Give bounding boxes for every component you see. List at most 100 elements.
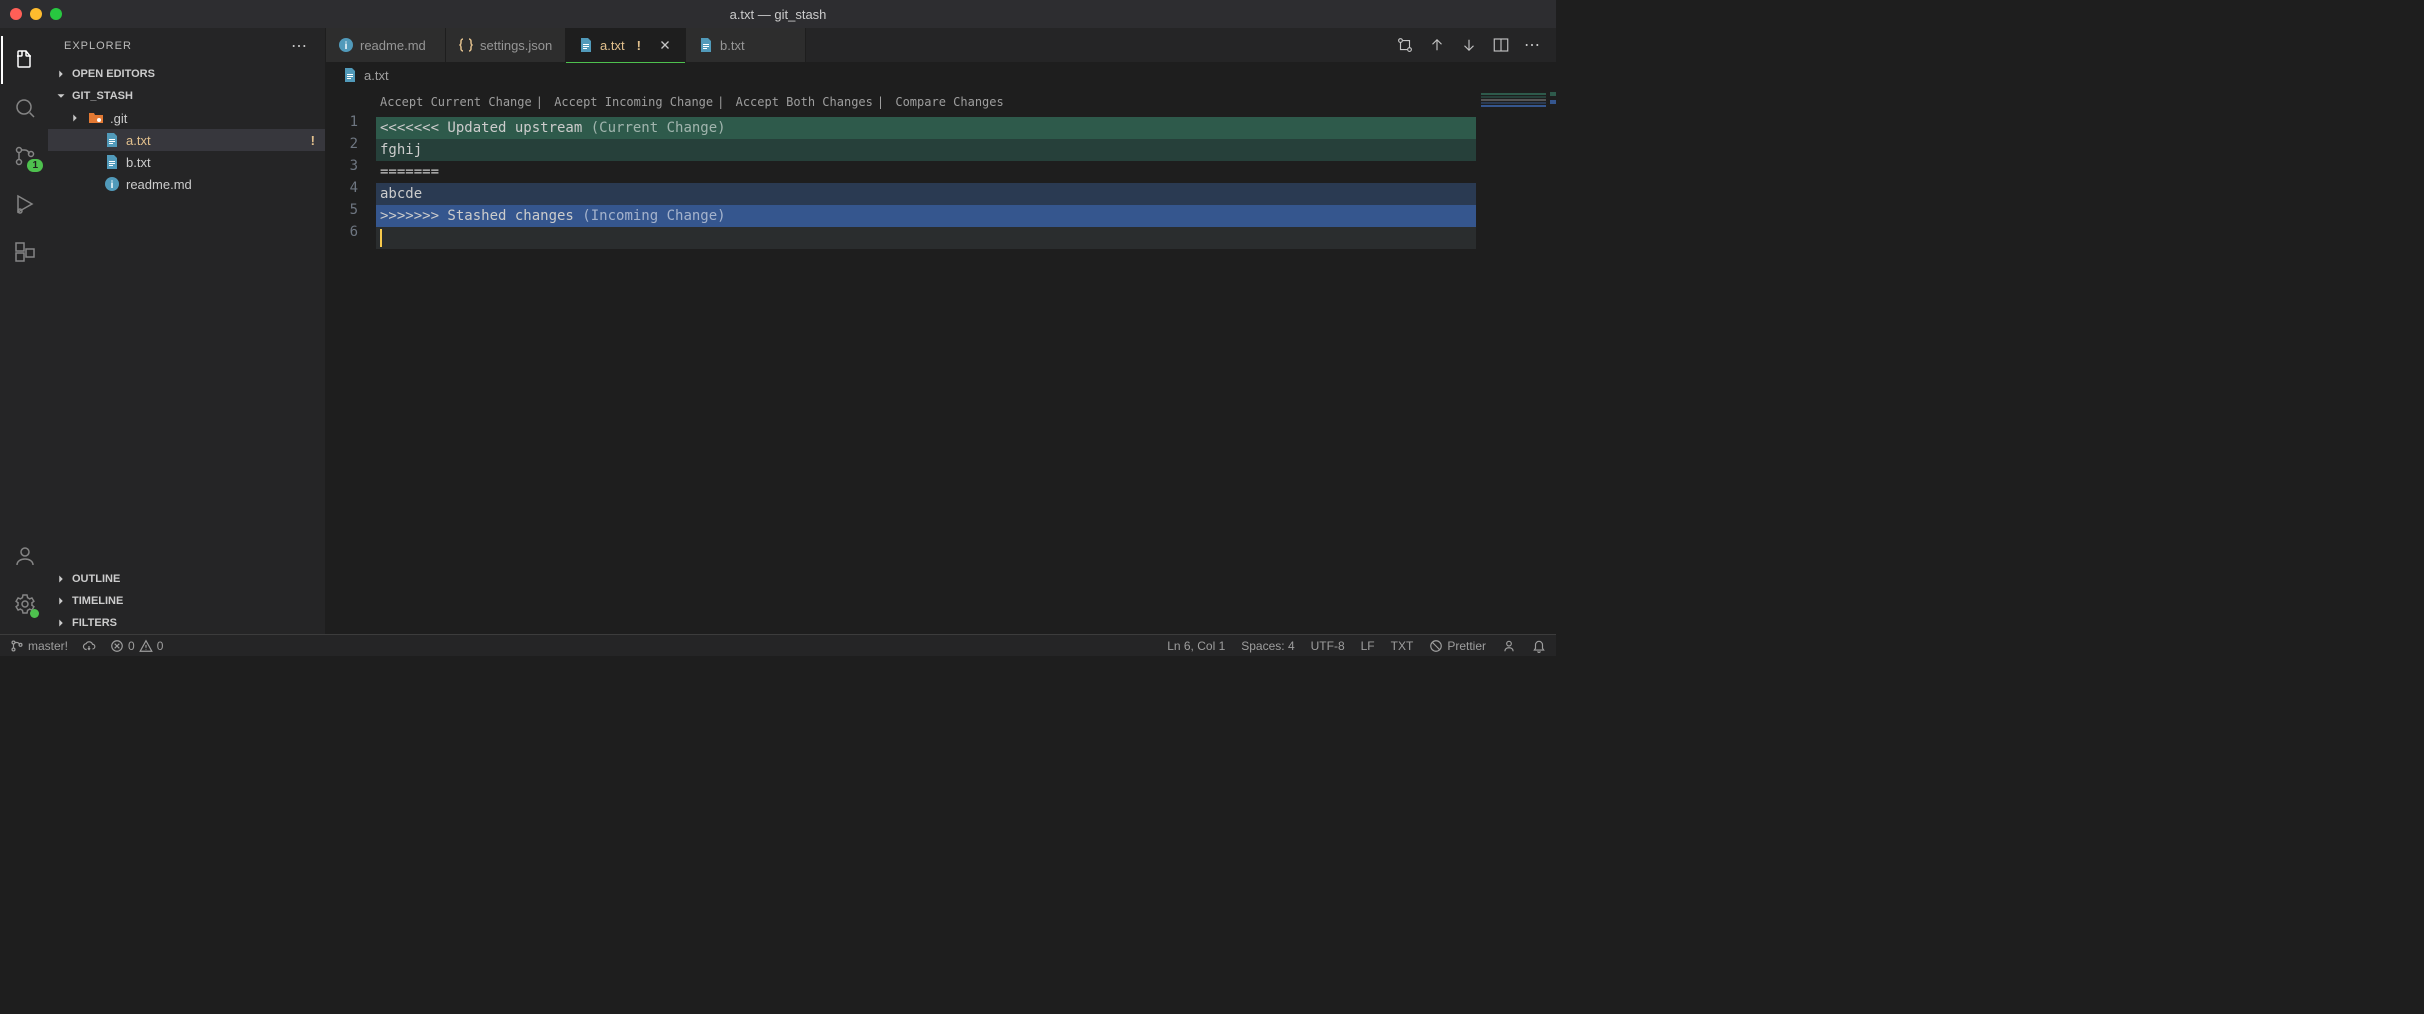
status-bar: master! 0 0 Ln 6, Col 1 Spaces: 4 UTF-8 … bbox=[0, 634, 1556, 656]
explorer-title: EXPLORER bbox=[64, 40, 132, 52]
explorer-more-button[interactable]: ⋯ bbox=[291, 36, 309, 56]
modified-indicator: ! bbox=[311, 133, 315, 148]
line-number: 1 bbox=[326, 111, 358, 133]
window-minimize-button[interactable] bbox=[30, 8, 42, 20]
file-icon bbox=[698, 37, 714, 53]
code-line[interactable]: ======= bbox=[376, 161, 1476, 183]
folder-section[interactable]: GIT_STASH bbox=[48, 85, 325, 107]
window-title: a.txt — git_stash bbox=[730, 7, 827, 22]
status-sync[interactable] bbox=[82, 639, 96, 653]
code-line[interactable]: abcde bbox=[376, 183, 1476, 205]
accept-current-button[interactable]: Accept Current Change bbox=[380, 95, 532, 109]
tree-item-label: b.txt bbox=[126, 155, 151, 170]
status-problems[interactable]: 0 0 bbox=[110, 639, 163, 653]
error-icon bbox=[110, 639, 124, 653]
code-area[interactable]: Accept Current Change| Accept Incoming C… bbox=[376, 87, 1476, 634]
status-cursor[interactable]: Ln 6, Col 1 bbox=[1167, 639, 1225, 653]
line-number: 2 bbox=[326, 133, 358, 155]
status-branch[interactable]: master! bbox=[10, 639, 68, 653]
split-editor-button[interactable] bbox=[1492, 36, 1510, 54]
braces-icon bbox=[458, 37, 474, 53]
next-change-button[interactable] bbox=[1460, 36, 1478, 54]
status-feedback[interactable] bbox=[1502, 639, 1516, 653]
chevron-right-icon bbox=[54, 616, 68, 630]
extensions-icon bbox=[13, 240, 37, 264]
titlebar: a.txt — git_stash bbox=[0, 0, 1556, 28]
tab-b-txt[interactable]: b.txt bbox=[686, 28, 806, 62]
tab-label: readme.md bbox=[360, 38, 426, 53]
file-icon bbox=[578, 37, 594, 53]
run-debug-icon bbox=[13, 192, 37, 216]
tab-readme[interactable]: i readme.md bbox=[326, 28, 446, 62]
code-line[interactable] bbox=[376, 227, 1476, 249]
file-icon bbox=[104, 132, 120, 148]
window-close-button[interactable] bbox=[10, 8, 22, 20]
warning-icon bbox=[139, 639, 153, 653]
tree-file-a[interactable]: a.txt ! bbox=[48, 129, 325, 151]
compare-changes-button[interactable] bbox=[1396, 36, 1414, 54]
accept-both-button[interactable]: Accept Both Changes bbox=[736, 95, 873, 109]
compare-changes-button[interactable]: Compare Changes bbox=[895, 95, 1003, 109]
svg-text:i: i bbox=[345, 41, 348, 52]
code-line[interactable]: fghij bbox=[376, 139, 1476, 161]
activity-bar: 1 bbox=[0, 28, 48, 634]
activity-extensions[interactable] bbox=[1, 228, 49, 276]
chevron-right-icon bbox=[54, 572, 68, 586]
close-tab-button[interactable] bbox=[657, 37, 673, 53]
svg-text:i: i bbox=[111, 180, 114, 191]
status-eol[interactable]: LF bbox=[1361, 639, 1375, 653]
window-maximize-button[interactable] bbox=[50, 8, 62, 20]
tab-bar: i readme.md settings.json a.txt ! b.txt bbox=[326, 28, 1556, 63]
info-icon: i bbox=[338, 37, 354, 53]
status-spaces[interactable]: Spaces: 4 bbox=[1241, 639, 1294, 653]
tab-a-txt[interactable]: a.txt ! bbox=[566, 28, 686, 62]
tree-item-label: .git bbox=[110, 111, 127, 126]
merge-codelens: Accept Current Change| Accept Incoming C… bbox=[376, 87, 1476, 117]
settings-update-dot bbox=[30, 609, 39, 618]
activity-scm[interactable]: 1 bbox=[1, 132, 49, 180]
editor-body[interactable]: 1 2 3 4 5 6 Accept Current Change| Accep… bbox=[326, 87, 1556, 634]
activity-account[interactable] bbox=[1, 532, 49, 580]
error-count: 0 bbox=[128, 639, 135, 653]
activity-settings[interactable] bbox=[1, 580, 49, 628]
chevron-right-icon bbox=[68, 111, 82, 125]
tree-file-readme[interactable]: i readme.md bbox=[48, 173, 325, 195]
tree-folder-git[interactable]: .git bbox=[48, 107, 325, 129]
chevron-right-icon bbox=[54, 67, 68, 81]
status-prettier[interactable]: Prettier bbox=[1429, 639, 1486, 653]
outline-section[interactable]: OUTLINE bbox=[48, 568, 325, 590]
warning-count: 0 bbox=[157, 639, 164, 653]
chevron-right-icon bbox=[54, 594, 68, 608]
tree-file-b[interactable]: b.txt bbox=[48, 151, 325, 173]
timeline-label: TIMELINE bbox=[72, 595, 123, 607]
open-editors-label: OPEN EDITORS bbox=[72, 68, 155, 80]
info-icon: i bbox=[104, 176, 120, 192]
git-branch-icon bbox=[10, 639, 24, 653]
accept-incoming-button[interactable]: Accept Incoming Change bbox=[554, 95, 713, 109]
scm-badge: 1 bbox=[27, 159, 43, 172]
branch-name: master! bbox=[28, 639, 68, 653]
modified-indicator: ! bbox=[637, 38, 645, 53]
feedback-icon bbox=[1502, 639, 1516, 653]
activity-run[interactable] bbox=[1, 180, 49, 228]
git-folder-icon bbox=[88, 110, 104, 126]
activity-search[interactable] bbox=[1, 84, 49, 132]
code-line[interactable]: <<<<<<< Updated upstream (Current Change… bbox=[376, 117, 1476, 139]
status-encoding[interactable]: UTF-8 bbox=[1311, 639, 1345, 653]
line-number: 3 bbox=[326, 155, 358, 177]
breadcrumb[interactable]: a.txt bbox=[326, 63, 1556, 87]
editor-more-button[interactable]: ⋯ bbox=[1524, 35, 1542, 55]
bell-icon bbox=[1532, 639, 1546, 653]
status-lang[interactable]: TXT bbox=[1391, 639, 1414, 653]
activity-explorer[interactable] bbox=[1, 36, 49, 84]
code-line[interactable]: >>>>>>> Stashed changes (Incoming Change… bbox=[376, 205, 1476, 227]
file-icon bbox=[342, 67, 358, 83]
tab-settings[interactable]: settings.json bbox=[446, 28, 566, 62]
filters-section[interactable]: FILTERS bbox=[48, 612, 325, 634]
status-notifications[interactable] bbox=[1532, 639, 1546, 653]
folder-name-label: GIT_STASH bbox=[72, 90, 133, 102]
minimap[interactable] bbox=[1476, 87, 1556, 634]
open-editors-section[interactable]: OPEN EDITORS bbox=[48, 63, 325, 85]
previous-change-button[interactable] bbox=[1428, 36, 1446, 54]
timeline-section[interactable]: TIMELINE bbox=[48, 590, 325, 612]
